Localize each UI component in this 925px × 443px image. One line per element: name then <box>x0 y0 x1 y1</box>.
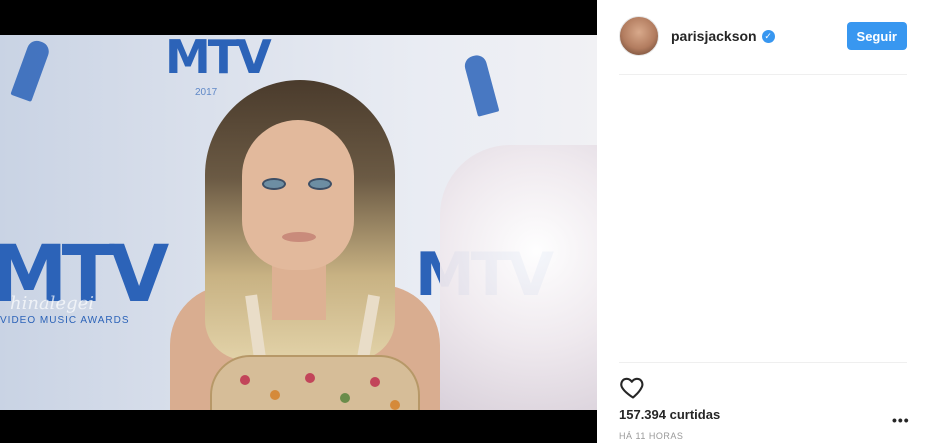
post-sidebar: parisjackson ✓ Seguir 157.394 curtidas H… <box>597 0 925 443</box>
verified-badge-icon: ✓ <box>761 29 775 43</box>
trophy-graphic <box>10 38 52 102</box>
likes-count[interactable]: 157.394 curtidas <box>619 407 720 422</box>
username-link[interactable]: parisjackson <box>671 28 757 44</box>
backdrop-text: VIDEO MUSIC AWARDS <box>0 315 130 326</box>
backdrop-logo: MTV <box>165 35 272 84</box>
heart-icon[interactable] <box>619 373 647 401</box>
person-graphic <box>150 80 450 410</box>
costume-graphic <box>440 145 597 410</box>
avatar[interactable] <box>619 16 659 56</box>
post-media[interactable]: MTV 2017 MTV MTV VIDEO MUSIC AWARDS <box>0 0 597 443</box>
trophy-graphic <box>462 53 500 117</box>
more-options-icon[interactable]: ••• <box>892 412 910 428</box>
post-timestamp: HÁ 11 HORAS <box>619 431 684 441</box>
divider <box>619 74 907 75</box>
follow-button[interactable]: Seguir <box>846 22 907 50</box>
divider <box>619 362 907 363</box>
post-photo[interactable]: MTV 2017 MTV MTV VIDEO MUSIC AWARDS <box>0 35 597 410</box>
photo-watermark: hinalegei <box>10 293 95 314</box>
post-header: parisjackson ✓ Seguir <box>619 15 907 57</box>
